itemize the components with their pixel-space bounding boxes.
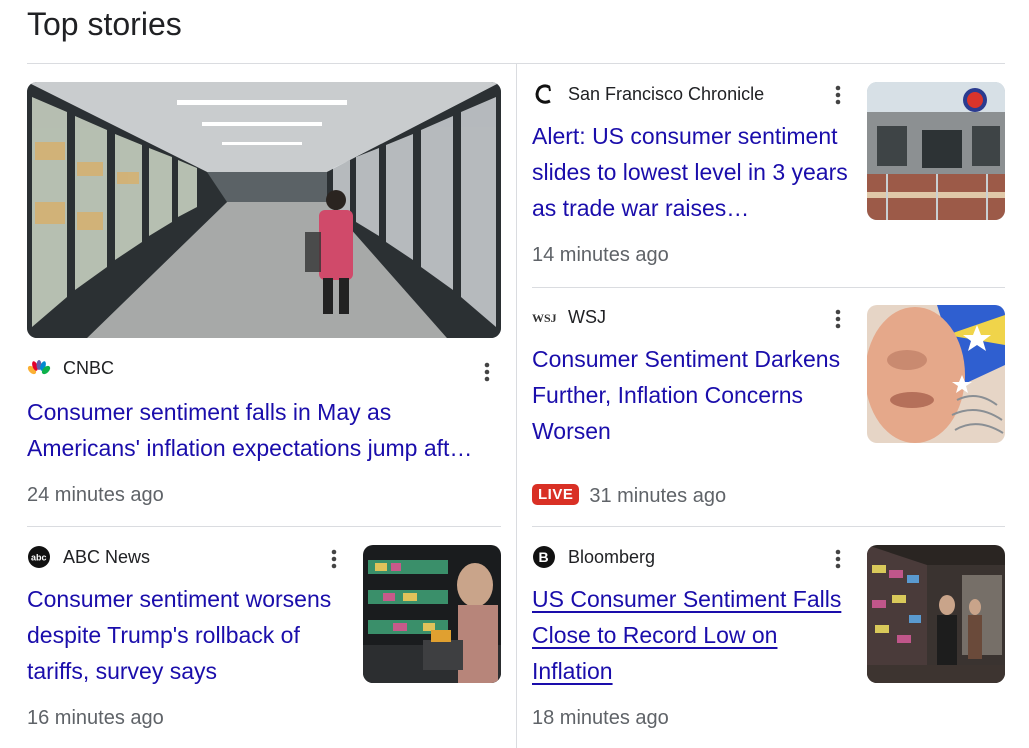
- nbc-peacock-icon: [27, 356, 51, 380]
- story-thumbnail[interactable]: [867, 82, 1005, 220]
- more-vert-icon[interactable]: [826, 547, 850, 571]
- bloomberg-b-icon: B: [532, 545, 556, 569]
- source-name: Bloomberg: [568, 546, 656, 567]
- story-timestamp: 16 minutes ago: [27, 707, 164, 729]
- section-title: Top stories: [27, 6, 182, 42]
- right-row-divider-1: [532, 287, 1005, 288]
- more-vert-icon[interactable]: [475, 360, 499, 384]
- story-timestamp: 18 minutes ago: [532, 707, 669, 729]
- more-vert-icon[interactable]: [826, 307, 850, 331]
- source-name: San Francisco Chronicle: [568, 83, 765, 104]
- left-row-divider: [27, 526, 501, 527]
- story-thumbnail[interactable]: [27, 82, 501, 338]
- story-headline[interactable]: Consumer sentiment falls in May as Ameri…: [27, 394, 501, 466]
- wsj-logo-icon: WSJ: [532, 305, 556, 329]
- source-name: ABC News: [63, 546, 151, 567]
- story-thumbnail[interactable]: [867, 545, 1005, 683]
- abc-logo-icon: abc: [27, 545, 51, 569]
- story-headline[interactable]: US Consumer Sentiment Falls Close to Rec…: [532, 581, 852, 689]
- right-row-divider-2: [532, 526, 1005, 527]
- story-headline[interactable]: Consumer sentiment worsens despite Trump…: [27, 581, 349, 689]
- story-timestamp: 24 minutes ago: [27, 484, 164, 506]
- story-headline[interactable]: Alert: US consumer sentiment slides to l…: [532, 118, 852, 226]
- svg-text:abc: abc: [31, 553, 47, 563]
- story-timestamp: 31 minutes ago: [589, 485, 727, 507]
- svg-text:WSJ: WSJ: [532, 311, 556, 324]
- story-headline[interactable]: Consumer Sentiment Darkens Further, Infl…: [532, 341, 852, 449]
- more-vert-icon[interactable]: [322, 547, 346, 571]
- live-badge: LIVE: [532, 484, 580, 505]
- svg-text:B: B: [539, 549, 549, 565]
- source-name: CNBC: [63, 357, 115, 378]
- more-vert-icon[interactable]: [826, 83, 850, 107]
- story-thumbnail[interactable]: [363, 545, 501, 683]
- column-divider: [516, 64, 517, 748]
- story-thumbnail[interactable]: [867, 305, 1005, 443]
- story-timestamp-row: LIVE 31 minutes ago: [532, 484, 726, 508]
- story-timestamp: 14 minutes ago: [532, 244, 669, 266]
- chronicle-c-icon: [532, 82, 556, 106]
- source-name: WSJ: [568, 306, 606, 327]
